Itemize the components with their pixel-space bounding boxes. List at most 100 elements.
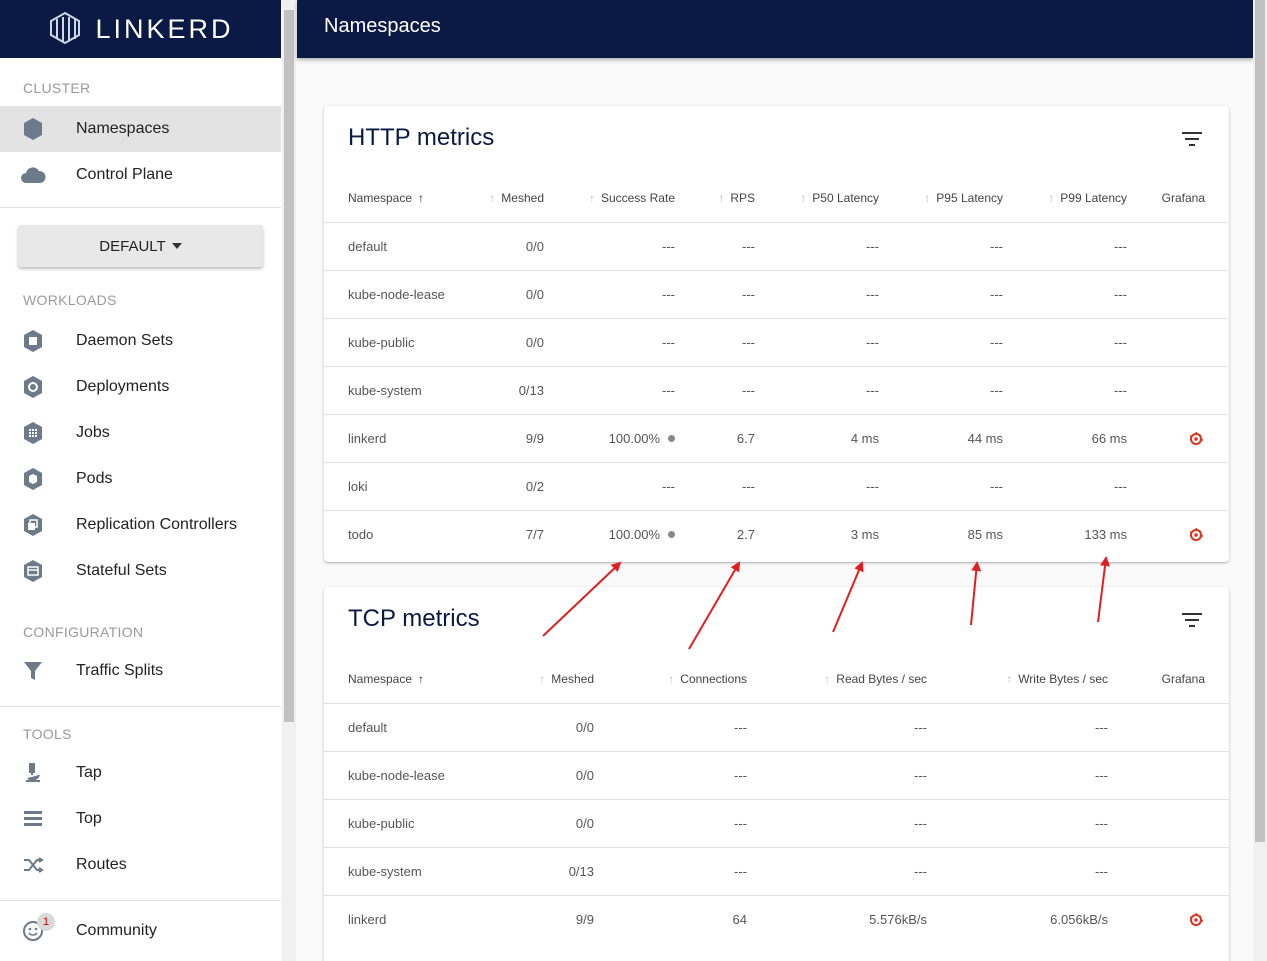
nav-deployments[interactable]: Deployments: [0, 364, 281, 410]
cell-ns[interactable]: kube-node-lease: [348, 271, 445, 318]
nav-stateful-sets[interactable]: Stateful Sets: [0, 548, 281, 594]
nav-daemon-sets[interactable]: Daemon Sets: [0, 318, 281, 364]
cell-p95: ---: [990, 367, 1003, 414]
cell-value: ---: [990, 479, 1003, 494]
linkerd-logo[interactable]: LINKERD: [47, 11, 233, 47]
sort-rps[interactable]: ↑ RPS: [718, 174, 755, 222]
nav-traffic-splits[interactable]: Traffic Splits: [0, 648, 281, 694]
namespace-select[interactable]: DEFAULT: [18, 225, 263, 267]
cell-value: ---: [866, 383, 879, 398]
http-metrics-card: HTTP metrics Namespace ↑ ↑ Meshed ↑ Success…: [324, 106, 1229, 562]
cell-value: 5.576kB/s: [869, 912, 927, 927]
cell-p50: ---: [866, 223, 879, 270]
table-row: loki 0/2 --- --- --- --- ---: [324, 462, 1229, 510]
cell-ns[interactable]: kube-node-lease: [348, 752, 445, 799]
cell-rps: ---: [742, 463, 755, 510]
header-grafana: Grafana: [1161, 191, 1205, 205]
cell-value: ---: [866, 239, 879, 254]
header-label: P95 Latency: [936, 191, 1003, 205]
cell-value: ---: [662, 239, 675, 254]
sort-p99[interactable]: ↑ P99 Latency: [1048, 174, 1127, 222]
cell-p99: ---: [1114, 367, 1127, 414]
sort-write-bytes[interactable]: ↑ Write Bytes / sec: [1006, 655, 1108, 703]
replication-controller-icon: [20, 512, 46, 538]
table-row: linkerd 9/9 64 5.576kB/s 6.056kB/s: [324, 895, 1229, 943]
cell-ns[interactable]: kube-system: [348, 367, 422, 414]
cell-rps: ---: [742, 223, 755, 270]
nav-top[interactable]: Top: [0, 796, 281, 842]
table-row: todo 7/7 100.00% 2.7 3 ms 85 ms 133 ms: [324, 510, 1229, 558]
filter-list-icon[interactable]: [1181, 131, 1203, 147]
nav-tap[interactable]: Tap: [0, 750, 281, 796]
cell-value: ---: [734, 864, 747, 879]
sidebar-scroll-thumb[interactable]: [284, 10, 294, 722]
sort-namespace[interactable]: Namespace ↑: [348, 655, 424, 703]
cell-sr: ---: [662, 319, 675, 366]
cell-value: ---: [742, 335, 755, 350]
cell-value: 0/0: [575, 816, 594, 831]
cell-ns[interactable]: kube-public: [348, 800, 415, 847]
grafana-icon[interactable]: [1189, 415, 1203, 462]
cell-ns[interactable]: kube-system: [348, 848, 422, 895]
sidebar: LINKERD CLUSTER Namespaces Control Plane…: [0, 0, 281, 961]
nav-pods[interactable]: Pods: [0, 456, 281, 502]
main-scroll-thumb[interactable]: [1255, 0, 1265, 842]
header-label: RPS: [730, 191, 755, 205]
sort-connections[interactable]: ↑ Connections: [668, 655, 747, 703]
cell-value: 0/0: [525, 287, 544, 302]
tcp-metrics-title: TCP metrics: [348, 605, 480, 632]
filter-list-icon[interactable]: [1181, 612, 1203, 628]
cell-ns[interactable]: linkerd: [348, 896, 386, 943]
cell-ns[interactable]: todo: [348, 511, 373, 558]
cell-p50: ---: [866, 319, 879, 366]
nav-label: Traffic Splits: [76, 662, 164, 679]
table-row: kube-public 0/0 --- --- --- --- ---: [324, 318, 1229, 366]
cell-ns[interactable]: loki: [348, 463, 368, 510]
sort-p50[interactable]: ↑ P50 Latency: [800, 174, 879, 222]
cell-p95: ---: [990, 271, 1003, 318]
cell-value: ---: [734, 720, 747, 735]
header-label: Namespace: [348, 191, 413, 205]
divider: [0, 207, 281, 208]
cell-meshed: 0/0: [576, 752, 594, 799]
sort-meshed[interactable]: ↑ Meshed: [489, 174, 544, 222]
nav-label: Control Plane: [76, 166, 173, 183]
cell-value: ---: [1114, 479, 1127, 494]
cell-ns[interactable]: default: [348, 704, 387, 751]
cell-value: ---: [990, 335, 1003, 350]
nav-label: Top: [76, 810, 102, 827]
sort-namespace[interactable]: Namespace ↑: [348, 174, 424, 222]
nav-replication-controllers[interactable]: Replication Controllers: [0, 502, 281, 548]
nav-routes[interactable]: Routes: [0, 842, 281, 888]
sort-p95[interactable]: ↑ P95 Latency: [924, 174, 1003, 222]
grafana-icon[interactable]: [1189, 511, 1203, 558]
cell-value: ---: [742, 239, 755, 254]
nav-namespaces[interactable]: Namespaces: [0, 106, 281, 152]
http-metrics-title: HTTP metrics: [348, 124, 495, 151]
sort-success-rate[interactable]: ↑ Success Rate: [589, 174, 675, 222]
grafana-icon[interactable]: [1189, 896, 1203, 943]
sort-meshed[interactable]: ↑ Meshed: [539, 655, 594, 703]
cell-value: 0/0: [575, 720, 594, 735]
cell-sr: ---: [662, 271, 675, 318]
sort-read-bytes[interactable]: ↑ Read Bytes / sec: [824, 655, 927, 703]
nav-jobs[interactable]: Jobs: [0, 410, 281, 456]
table-header-row: Namespace ↑ ↑ Meshed ↑ Success Rate ↑ RPS ↑ P…: [324, 174, 1229, 222]
cell-p50: ---: [866, 367, 879, 414]
arrow-up-icon: ↑: [489, 191, 496, 205]
cell-p99: ---: [1114, 223, 1127, 270]
cell-ns[interactable]: linkerd: [348, 415, 386, 462]
cell-value: 64: [732, 912, 747, 927]
brand-name: LINKERD: [95, 13, 234, 44]
cell-conn: ---: [734, 800, 747, 847]
filter-funnel-icon: [20, 658, 46, 684]
cell-value: ---: [990, 383, 1003, 398]
cell-ns[interactable]: default: [348, 223, 387, 270]
cell-ns[interactable]: kube-public: [348, 319, 415, 366]
cell-write: ---: [1095, 800, 1108, 847]
table-row: kube-system 0/13 --- --- --- --- ---: [324, 366, 1229, 414]
nav-control-plane[interactable]: Control Plane: [0, 152, 281, 198]
table-row: kube-node-lease 0/0 --- --- --- --- ---: [324, 270, 1229, 318]
cell-p50: 4 ms: [851, 415, 879, 462]
deployment-icon: [20, 374, 46, 400]
